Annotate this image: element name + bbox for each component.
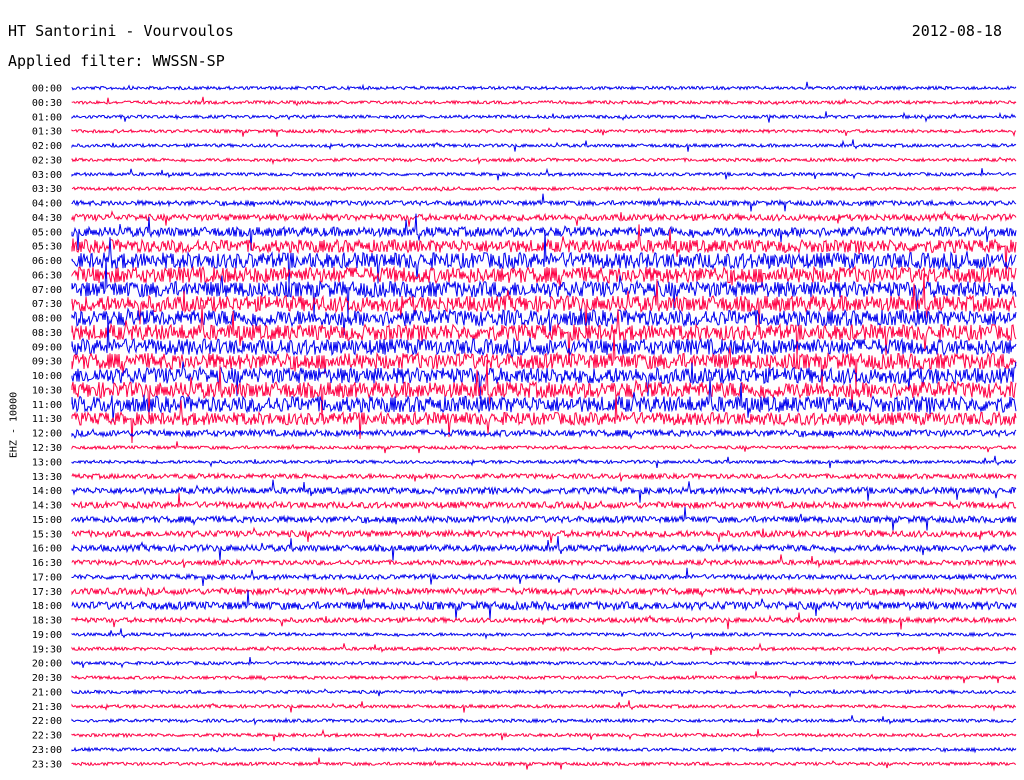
trace-line [71, 715, 1017, 726]
time-tick-label: 23:30 [32, 759, 62, 770]
trace-line [71, 455, 1017, 469]
time-tick-label: 18:00 [32, 601, 62, 612]
trace-line [71, 428, 1017, 440]
trace-line [71, 688, 1017, 698]
trace-line [71, 567, 1017, 587]
time-tick-label: 01:30 [32, 127, 62, 138]
time-tick-label: 06:00 [32, 256, 62, 267]
trace-line [71, 526, 1017, 544]
time-tick-label: 12:30 [32, 443, 62, 454]
time-tick-label: 16:00 [32, 544, 62, 555]
trace-line [71, 728, 1017, 742]
trace-line [71, 586, 1017, 598]
seismogram-plot: 00:00 00:30 01:00 01:30 02:00 02:30 03:00 03:30… [32, 81, 1017, 770]
trace-line [71, 193, 1017, 212]
time-tick-label: 14:30 [32, 501, 62, 512]
time-tick-label: 21:30 [32, 702, 62, 713]
trace-line [71, 394, 1017, 444]
trace-line [71, 139, 1017, 152]
trace-line [71, 657, 1017, 669]
time-tick-label: 22:00 [32, 716, 62, 727]
time-tick-label: 01:00 [32, 112, 62, 123]
time-tick-label: 12:00 [32, 429, 62, 440]
trace-line [71, 554, 1017, 569]
time-tick-label: 18:30 [32, 616, 62, 627]
time-tick-label: 17:30 [32, 587, 62, 598]
trace-line [71, 506, 1017, 531]
time-tick-label: 14:00 [32, 486, 62, 497]
trace-line [71, 305, 1017, 363]
time-tick-label: 20:30 [32, 673, 62, 684]
time-tick-label: 07:00 [32, 285, 62, 296]
time-tick-label: 00:00 [32, 84, 62, 95]
time-tick-label: 11:00 [32, 400, 62, 411]
trace-line [71, 671, 1017, 684]
time-tick-label: 09:00 [32, 342, 62, 353]
time-tick-label: 05:00 [32, 227, 62, 238]
time-tick-label: 04:30 [32, 213, 62, 224]
time-tick-label: 16:30 [32, 558, 62, 569]
time-tick-label: 19:00 [32, 630, 62, 641]
trace-line [71, 127, 1017, 137]
trace-line [71, 156, 1017, 166]
trace-line [71, 479, 1017, 503]
time-tick-label: 06:30 [32, 270, 62, 281]
trace-line [71, 96, 1017, 107]
time-tick-label: 15:00 [32, 515, 62, 526]
trace-line [71, 441, 1017, 454]
time-tick-label: 07:30 [32, 299, 62, 310]
trace-line [71, 185, 1017, 193]
trace-line [71, 757, 1017, 770]
time-tick-label: 11:30 [32, 414, 62, 425]
time-tick-label: 10:00 [32, 371, 62, 382]
trace-line [71, 111, 1017, 123]
time-tick-label: 13:00 [32, 457, 62, 468]
time-tick-label: 02:00 [32, 141, 62, 152]
time-tick-label: 23:00 [32, 745, 62, 756]
trace-line [71, 492, 1017, 511]
time-tick-label: 00:30 [32, 98, 62, 109]
time-tick-label: 22:30 [32, 731, 62, 742]
trace-line [71, 81, 1017, 92]
time-tick-label: 20:00 [32, 659, 62, 670]
trace-line [71, 746, 1017, 754]
time-tick-label: 13:30 [32, 472, 62, 483]
trace-line [71, 471, 1017, 482]
trace-line [71, 359, 1017, 422]
time-tick-label: 15:30 [32, 529, 62, 540]
trace-line [71, 377, 1017, 422]
trace-line [71, 642, 1017, 655]
trace-line [71, 612, 1017, 630]
time-tick-label: 02:30 [32, 155, 62, 166]
time-tick-label: 03:00 [32, 170, 62, 181]
time-tick-label: 05:30 [32, 242, 62, 253]
trace-line [71, 210, 1017, 227]
trace-line [71, 167, 1017, 181]
time-tick-label: 17:00 [32, 572, 62, 583]
time-tick-label: 04:00 [32, 199, 62, 210]
time-tick-label: 08:00 [32, 314, 62, 325]
time-tick-label: 08:30 [32, 328, 62, 339]
trace-line [71, 628, 1017, 640]
time-tick-label: 03:30 [32, 184, 62, 195]
trace-line [71, 535, 1017, 561]
time-tick-label: 10:30 [32, 385, 62, 396]
trace-line [71, 700, 1017, 713]
trace-line [71, 329, 1017, 390]
time-tick-label: 09:30 [32, 357, 62, 368]
time-tick-label: 21:00 [32, 687, 62, 698]
time-tick-label: 19:30 [32, 644, 62, 655]
